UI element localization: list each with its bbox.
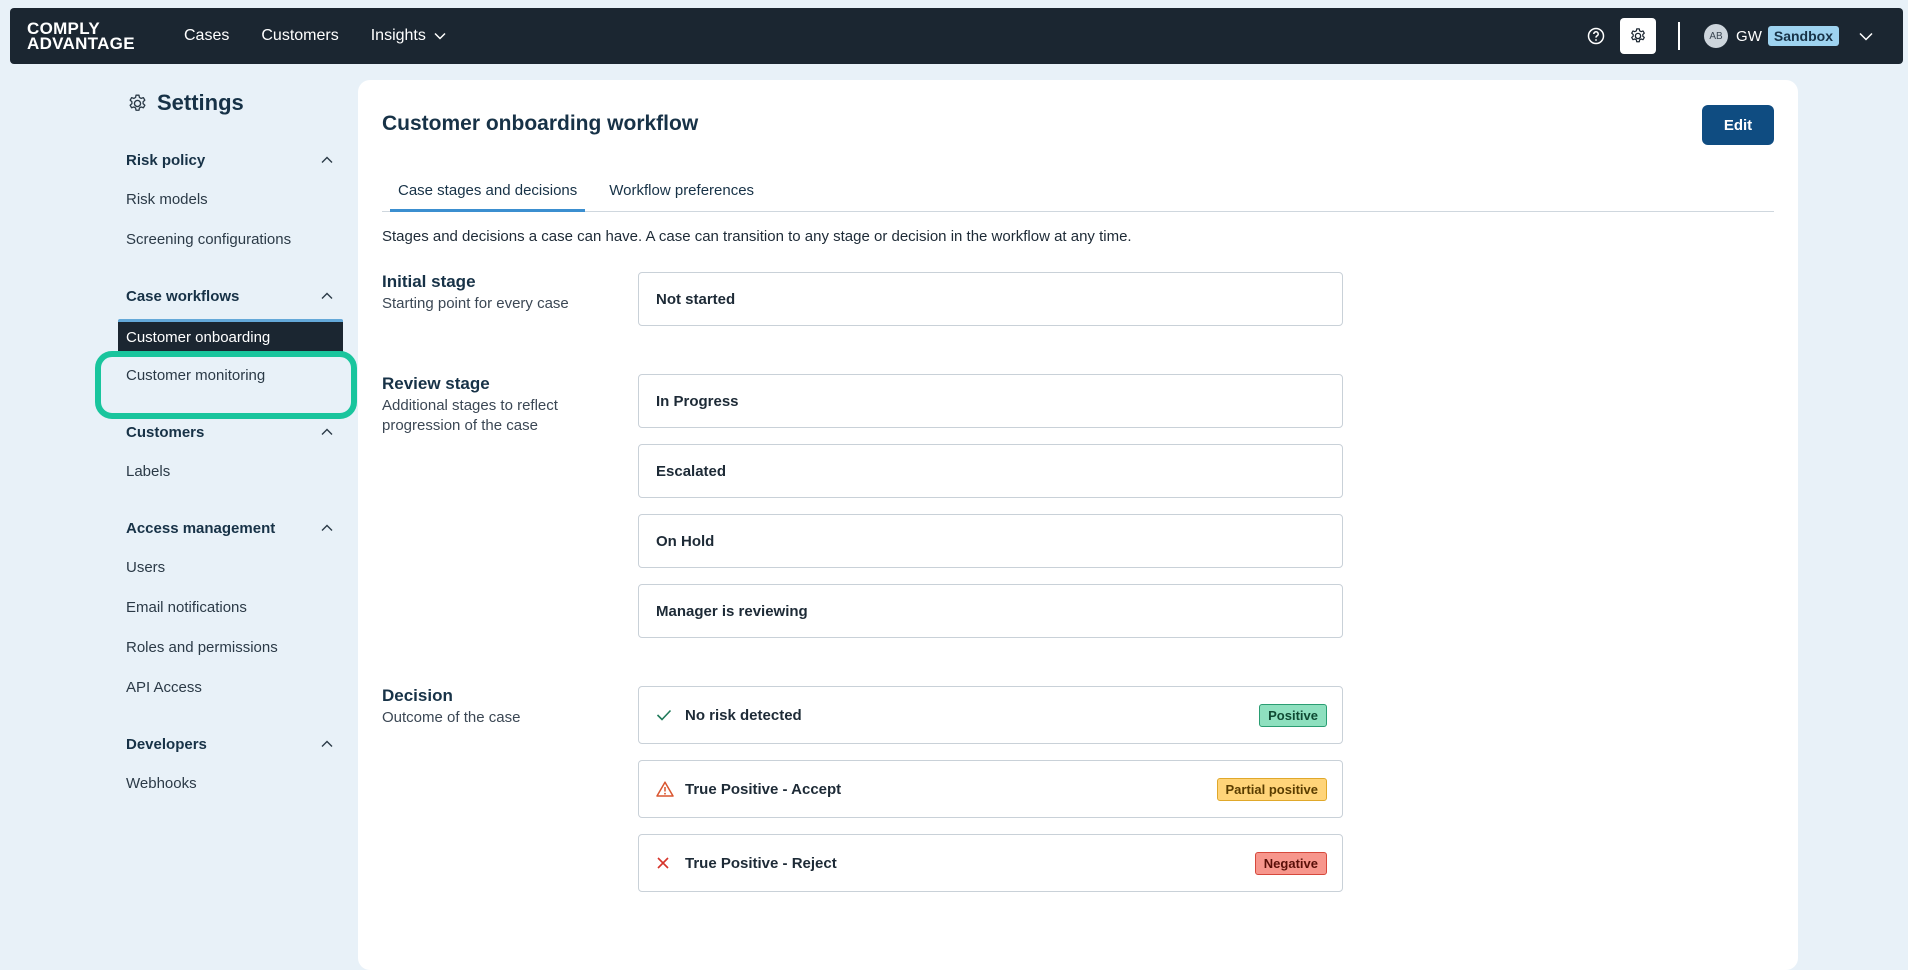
initial-stage-heading: Initial stage [382,272,476,291]
edit-button[interactable]: Edit [1702,105,1774,145]
sidebar-item-risk-models[interactable]: Risk models [118,180,343,220]
decision-label-text: True Positive - Accept [685,780,842,798]
stage-not-started: Not started [638,272,1343,326]
status-badge-negative: Negative [1254,851,1327,875]
sidebar-item-roles-and-permissions[interactable]: Roles and permissions [118,628,343,668]
decision-label-text: True Positive - Reject [685,854,837,872]
sidebar-item-customer-monitoring[interactable]: Customer monitoring [118,356,343,396]
sidebar-item-labels[interactable]: Labels [118,452,343,492]
sidebar-item-email-notifications[interactable]: Email notifications [118,588,343,628]
review-stage-label: Review stage Additional stages to reflec… [382,374,572,436]
settings-title: Settings [157,90,244,115]
decision-description: Outcome of the case [382,709,521,726]
section-access-management[interactable]: Access management [118,508,343,548]
warning-icon [656,781,674,797]
tab-case-stages-and-decisions[interactable]: Case stages and decisions [390,176,586,212]
stage-escalated: Escalated [638,444,1343,498]
section-developers[interactable]: Developers [118,724,343,764]
initial-stage-label: Initial stage Starting point for every c… [382,272,572,314]
settings-button[interactable] [1620,18,1657,54]
nav-cases-label: Cases [184,27,230,44]
stage-manager-is-reviewing: Manager is reviewing [638,584,1343,638]
user-menu-toggle[interactable] [1859,32,1873,41]
decision-no-risk-detected: No risk detected Positive [638,686,1343,744]
chevron-up-icon [321,156,333,163]
chevron-down-icon [434,32,446,40]
help-button[interactable] [1578,18,1614,54]
settings-header: Settings [127,80,343,126]
sidebar-item-webhooks[interactable]: Webhooks [118,764,343,804]
nav-customers-label: Customers [261,27,339,44]
review-stage-description: Additional stages to reflect progression… [382,397,558,434]
avatar[interactable]: AB [1704,24,1729,48]
topbar-divider [1678,22,1681,50]
section-label: Access management [126,519,276,537]
x-icon [656,856,674,870]
sidebar-item-users[interactable]: Users [118,548,343,588]
chevron-up-icon [321,524,333,531]
section-label: Risk policy [126,151,206,169]
help-icon [1587,27,1605,45]
stage-on-hold: On Hold [638,514,1343,568]
chevron-up-icon [321,428,333,435]
decision-label: Decision Outcome of the case [382,686,572,728]
sidebar-item-customer-onboarding[interactable]: Customer onboarding [118,319,343,353]
gear-icon [1631,28,1645,43]
review-stage-heading: Review stage [382,374,490,393]
brand-logo[interactable]: COMPLY ADVANTAGE [27,20,152,53]
stage-in-progress: In Progress [638,374,1343,428]
decision-label-text: No risk detected [685,706,802,724]
chevron-up-icon [321,740,333,747]
nav-cases[interactable]: Cases [184,27,229,45]
status-badge-partial-positive: Partial positive [1216,777,1327,801]
chevron-up-icon [321,292,333,299]
decision-true-positive-accept: True Positive - Accept Partial positive [638,760,1343,818]
section-case-workflows[interactable]: Case workflows [118,276,343,316]
nav-insights-label: Insights [370,27,426,44]
chevron-down-icon [1859,32,1873,41]
workflow-card: Customer onboarding workflow Edit Case s… [358,80,1798,970]
section-label: Developers [126,735,207,753]
sidebar-item-api-access[interactable]: API Access [118,668,343,708]
gear-icon [129,94,146,111]
nav-customers[interactable]: Customers [261,27,338,45]
page-title: Customer onboarding workflow [382,112,699,135]
initial-stage-description: Starting point for every case [382,295,569,312]
user-initials[interactable]: GW [1736,28,1762,45]
sidebar-item-screening-configurations[interactable]: Screening configurations [118,220,343,260]
settings-sidebar: Settings Risk policy Risk models Screeni… [118,80,343,804]
status-badge-positive: Positive [1259,703,1327,727]
decision-heading: Decision [382,686,453,705]
intro-text: Stages and decisions a case can have. A … [382,228,1132,245]
brand-logo-line2: ADVANTAGE [27,34,135,53]
section-customers[interactable]: Customers [118,412,343,452]
section-label: Customers [126,423,205,441]
environment-badge: Sandbox [1767,26,1839,46]
tab-workflow-preferences[interactable]: Workflow preferences [601,176,762,212]
top-navigation-bar: COMPLY ADVANTAGE Cases Customers Insight… [10,8,1903,64]
check-icon [656,709,674,721]
section-risk-policy[interactable]: Risk policy [118,140,343,180]
nav-insights[interactable]: Insights [371,27,446,45]
tab-bar: Case stages and decisions Workflow prefe… [382,176,1774,212]
decision-true-positive-reject: True Positive - Reject Negative [638,834,1343,892]
section-label: Case workflows [126,287,240,305]
